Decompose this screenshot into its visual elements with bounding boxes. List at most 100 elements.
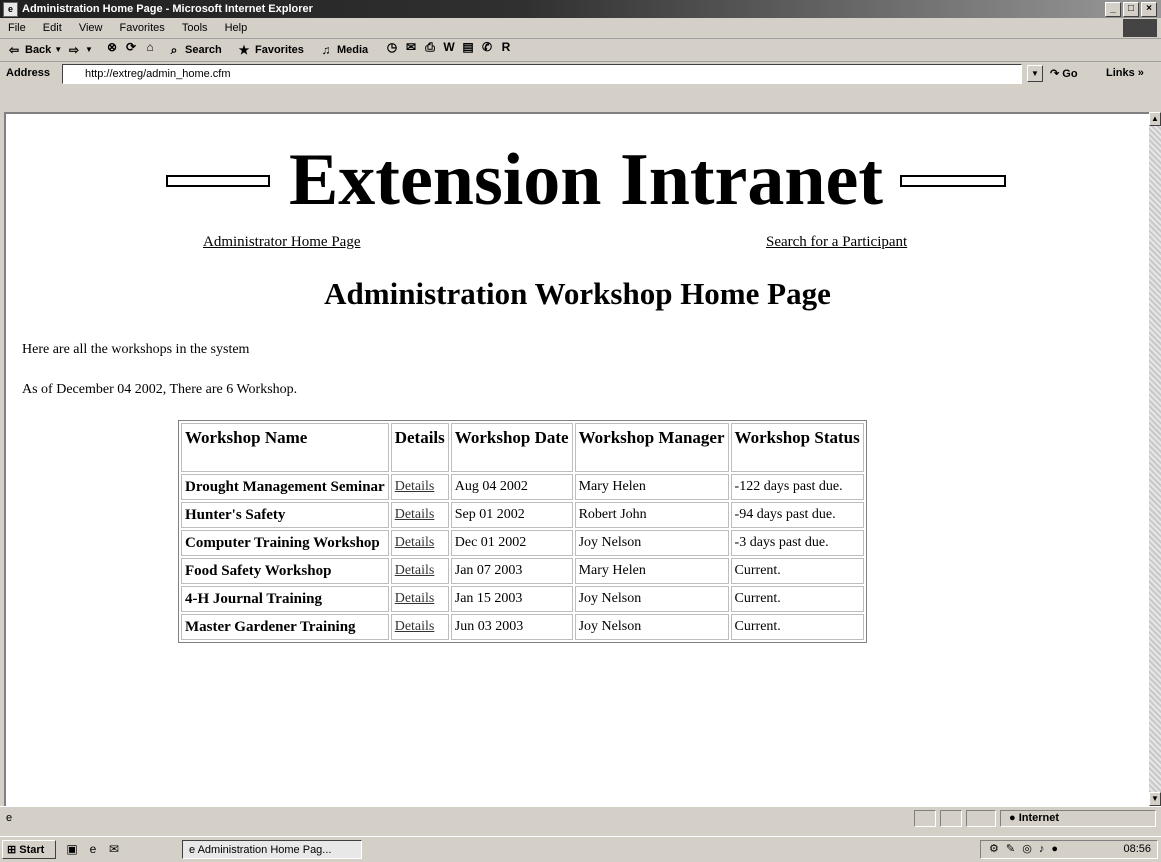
system-tray: ⚙ ✎ ◎ ♪ ● 08:56 <box>980 840 1158 859</box>
back-arrow-icon: ⇦ <box>8 43 20 57</box>
menu-view[interactable]: View <box>79 22 103 34</box>
intro-text: Here are all the workshops in the system <box>22 342 250 357</box>
go-button[interactable]: ↷ Go <box>1050 67 1078 80</box>
workshop-manager: Mary Helen <box>574 558 729 584</box>
table-row: Master Gardener Training Details Jun 03 … <box>181 614 864 640</box>
ie-app-icon[interactable]: e <box>3 2 18 17</box>
workshop-status: Current. <box>730 614 864 640</box>
history-icon[interactable]: ◷ <box>384 39 400 55</box>
media-icon: ♫ <box>321 43 331 57</box>
details-link[interactable]: Details <box>390 502 449 528</box>
workshop-name: Master Gardener Training <box>181 614 389 640</box>
workshop-date: Jan 07 2003 <box>450 558 573 584</box>
tray-icons[interactable]: ⚙ ✎ ◎ ♪ ● <box>989 841 1060 858</box>
workshop-date: Sep 01 2002 <box>450 502 573 528</box>
page-status-icon: e <box>6 812 13 824</box>
print-icon[interactable]: ⎙ <box>422 39 438 55</box>
workshop-date: Jun 03 2003 <box>450 614 573 640</box>
quick-launch: ▣ e ✉ <box>64 841 122 857</box>
media-button[interactable]: ♫ Media <box>318 39 369 61</box>
details-link[interactable]: Details <box>390 586 449 612</box>
refresh-icon[interactable]: ⟳ <box>123 39 139 55</box>
vertical-scrollbar[interactable]: ▲ ▼ <box>1149 112 1161 806</box>
menu-favorites[interactable]: Favorites <box>120 22 165 34</box>
details-link[interactable]: Details <box>390 614 449 640</box>
menu-edit[interactable]: Edit <box>43 22 62 34</box>
search-participant-link[interactable]: Search for a Participant <box>766 234 907 251</box>
ie-quicklaunch-icon[interactable]: e <box>85 841 101 857</box>
table-row: Computer Training Workshop Details Dec 0… <box>181 530 864 556</box>
logo-bar-right <box>900 175 1006 187</box>
search-icon: ⌕ <box>170 43 178 57</box>
favorites-button[interactable]: ★ Favorites <box>236 39 304 61</box>
media-label: Media <box>337 44 369 56</box>
header-details: Details <box>390 423 449 472</box>
minimize-button[interactable]: _ <box>1105 2 1121 17</box>
back-button[interactable]: ⇦ Back ▼ <box>6 39 62 61</box>
zone-label: Internet <box>1018 812 1060 824</box>
workshop-status: -122 days past due. <box>730 474 864 500</box>
links-button[interactable]: Links » <box>1106 67 1144 79</box>
taskbar-task-ie[interactable]: e Administration Home Pag... <box>182 840 362 859</box>
workshop-status: -3 days past due. <box>730 530 864 556</box>
windows-flag-icon: ⊞ <box>7 844 17 856</box>
close-button[interactable]: × <box>1141 2 1157 17</box>
workshop-status: Current. <box>730 558 864 584</box>
back-dropdown-icon[interactable]: ▼ <box>54 39 62 61</box>
browser-window: e Administration Home Page - Microsoft I… <box>0 0 1161 836</box>
security-zone: ● Internet <box>1000 810 1156 827</box>
menu-tools[interactable]: Tools <box>182 22 208 34</box>
outlook-icon[interactable]: ✉ <box>106 841 122 857</box>
search-button[interactable]: ⌕ Search <box>166 39 222 61</box>
details-link[interactable]: Details <box>390 558 449 584</box>
workshop-name: Hunter's Safety <box>181 502 389 528</box>
scroll-down-icon[interactable]: ▼ <box>1149 792 1161 806</box>
go-label: Go <box>1062 68 1078 80</box>
workshop-table: Workshop Name Details Workshop Date Work… <box>178 420 867 643</box>
workshop-name: 4-H Journal Training <box>181 586 389 612</box>
address-input[interactable] <box>63 65 985 82</box>
header-workshop-name: Workshop Name <box>181 423 389 472</box>
clock[interactable]: 08:56 <box>1123 841 1151 858</box>
menu-bar: File Edit View Favorites Tools Help <box>0 18 1161 39</box>
logo-text: Extension Intranet <box>288 139 884 221</box>
menu-file[interactable]: File <box>8 22 26 34</box>
scroll-up-icon[interactable]: ▲ <box>1149 112 1161 126</box>
window-title: Administration Home Page - Microsoft Int… <box>22 3 313 15</box>
details-link[interactable]: Details <box>390 474 449 500</box>
workshop-status: -94 days past due. <box>730 502 864 528</box>
summary-text: As of December 04 2002, There are 6 Work… <box>22 382 298 397</box>
address-dropdown-icon[interactable]: ▼ <box>1027 65 1043 82</box>
table-row: Food Safety Workshop Details Jan 07 2003… <box>181 558 864 584</box>
go-arrow-icon: ↷ <box>1050 68 1060 80</box>
table-row: Drought Management Seminar Details Aug 0… <box>181 474 864 500</box>
stop-icon[interactable]: ⊗ <box>104 39 120 55</box>
forward-arrow-icon: ⇨ <box>68 43 80 57</box>
workshop-name: Food Safety Workshop <box>181 558 389 584</box>
admin-home-link[interactable]: Administrator Home Page <box>203 234 360 251</box>
messenger-icon[interactable]: ✆ <box>479 39 495 55</box>
details-link[interactable]: Details <box>390 530 449 556</box>
ie-task-icon: e <box>189 844 196 856</box>
workshop-date: Jan 15 2003 <box>450 586 573 612</box>
home-icon[interactable]: ⌂ <box>142 39 158 55</box>
forward-button[interactable]: ⇨ ▼ <box>66 39 93 61</box>
address-label: Address <box>6 67 51 79</box>
logo-bar-left <box>166 175 270 187</box>
page-viewport: Extension Intranet Administrator Home Pa… <box>4 112 1149 806</box>
research-icon[interactable]: R <box>498 39 514 55</box>
search-label: Search <box>185 44 222 56</box>
header-workshop-date: Workshop Date <box>450 423 573 472</box>
page-title: Administration Workshop Home Page <box>324 276 831 311</box>
mail-icon[interactable]: ✉ <box>403 39 419 55</box>
discuss-icon[interactable]: ▤ <box>460 39 476 55</box>
start-button[interactable]: ⊞ Start <box>2 840 56 859</box>
forward-dropdown-icon[interactable]: ▼ <box>85 39 93 61</box>
table-header-row: Workshop Name Details Workshop Date Work… <box>181 423 864 472</box>
menu-help[interactable]: Help <box>225 22 248 34</box>
taskbar: ⊞ Start ▣ e ✉ e Administration Home Pag.… <box>0 836 1161 862</box>
edit-word-icon[interactable]: W <box>441 39 457 55</box>
status-panel <box>914 810 936 827</box>
maximize-button[interactable]: □ <box>1123 2 1139 17</box>
show-desktop-icon[interactable]: ▣ <box>64 841 80 857</box>
